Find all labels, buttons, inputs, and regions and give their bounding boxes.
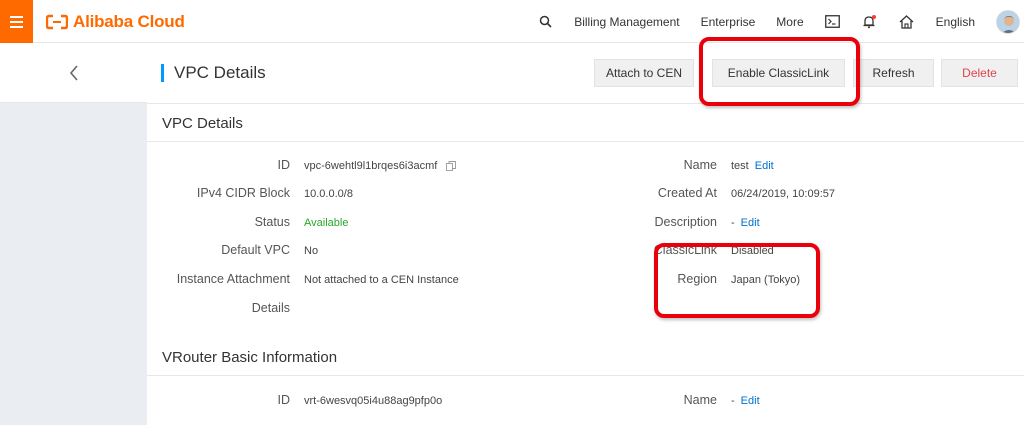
sidebar bbox=[0, 43, 147, 425]
default-vpc-value: No bbox=[304, 245, 319, 257]
vrouter-name-label: Name bbox=[683, 393, 717, 407]
vpc-id-label: ID bbox=[277, 158, 291, 172]
section-divider bbox=[147, 141, 1024, 142]
edit-vrouter-name-link[interactable]: Edit bbox=[741, 395, 760, 407]
ipv4-cidr-value: 10.0.0.0/8 bbox=[304, 188, 353, 200]
vpc-section-title: VPC Details bbox=[162, 115, 243, 132]
vrouter-name-value: - Edit bbox=[731, 395, 760, 407]
attach-to-cen-button[interactable]: Attach to CEN bbox=[594, 59, 694, 87]
chevron-left-icon bbox=[69, 64, 78, 81]
copy-icon[interactable] bbox=[446, 161, 457, 172]
name-value: test Edit bbox=[731, 160, 774, 172]
back-button[interactable] bbox=[0, 43, 147, 103]
top-bar: Alibaba Cloud Billing Management Enterpr… bbox=[0, 0, 1024, 43]
name-label: Name bbox=[683, 158, 717, 172]
details-label: Details bbox=[251, 301, 290, 315]
vrouter-id-value: vrt-6wesvq05i4u88ag9pfp0o bbox=[304, 395, 443, 407]
terminal-icon[interactable] bbox=[825, 14, 841, 30]
edit-description-link[interactable]: Edit bbox=[741, 217, 760, 229]
highlight-region bbox=[654, 243, 820, 318]
delete-button[interactable]: Delete bbox=[941, 59, 1018, 87]
search-icon[interactable] bbox=[537, 14, 553, 30]
created-at-label: Created At bbox=[657, 186, 717, 200]
vpc-id-value: vpc-6wehtl9l1brqes6i3acmf bbox=[304, 160, 457, 172]
brand-name: Alibaba Cloud bbox=[73, 12, 185, 31]
vrouter-id-label: ID bbox=[277, 393, 291, 407]
highlight-enable-classiclink bbox=[699, 37, 860, 106]
status-badge: Available bbox=[304, 217, 349, 229]
more-link[interactable]: More bbox=[776, 15, 803, 29]
page-title: VPC Details bbox=[161, 64, 266, 82]
home-icon[interactable] bbox=[899, 14, 915, 30]
vrouter-section-title: VRouter Basic Information bbox=[162, 349, 338, 366]
section-divider bbox=[147, 375, 1024, 376]
menu-icon[interactable] bbox=[0, 0, 33, 43]
description-value: - Edit bbox=[731, 217, 760, 229]
instance-attachment-label: Instance Attachment bbox=[176, 272, 290, 286]
refresh-button[interactable]: Refresh bbox=[853, 59, 934, 87]
created-at-value: 06/24/2019, 10:09:57 bbox=[731, 188, 835, 200]
alibaba-cloud-logo-icon bbox=[46, 14, 68, 30]
page-header: VPC Details Attach to CEN Enable Classic… bbox=[147, 43, 1024, 104]
enterprise-link[interactable]: Enterprise bbox=[701, 15, 756, 29]
ipv4-cidr-label: IPv4 CIDR Block bbox=[196, 186, 290, 200]
avatar[interactable] bbox=[996, 9, 1020, 34]
bell-icon[interactable] bbox=[862, 14, 878, 30]
brand-logo[interactable]: Alibaba Cloud bbox=[46, 11, 185, 33]
description-label: Description bbox=[654, 215, 717, 229]
language-selector[interactable]: English bbox=[936, 15, 975, 29]
status-label: Status bbox=[254, 215, 290, 229]
billing-management-link[interactable]: Billing Management bbox=[574, 15, 679, 29]
edit-name-link[interactable]: Edit bbox=[755, 160, 774, 172]
default-vpc-label: Default VPC bbox=[221, 243, 290, 257]
instance-attachment-value: Not attached to a CEN Instance bbox=[304, 274, 459, 286]
